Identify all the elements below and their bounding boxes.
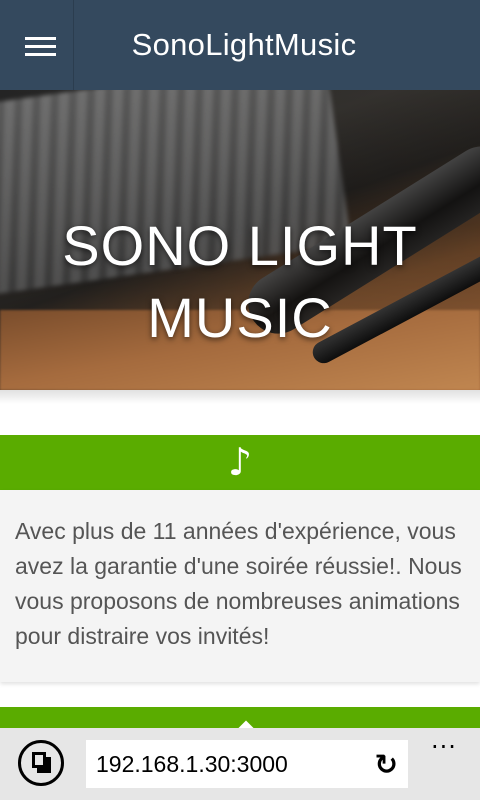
hero-shadow — [0, 390, 480, 404]
browser-bottom-bar: 192.168.1.30:3000 ↻ ... — [0, 728, 480, 800]
hamburger-icon-bar — [25, 53, 56, 56]
top-navbar: SonoLightMusic — [0, 0, 480, 90]
hero-title-line-2: MUSIC — [147, 286, 333, 349]
hero-title: SONO LIGHT MUSIC — [0, 210, 480, 354]
refresh-icon[interactable]: ↻ — [375, 740, 398, 790]
hamburger-menu-button[interactable] — [0, 0, 74, 90]
hero-title-line-1: SONO LIGHT — [62, 214, 418, 277]
card-body-text: Avec plus de 11 années d'expérience, vou… — [0, 490, 480, 682]
hamburger-icon-bar — [25, 45, 56, 48]
card-header: ♪ — [0, 435, 480, 490]
tabs-icon-frame — [32, 752, 46, 768]
address-bar[interactable]: 192.168.1.30:3000 ↻ — [86, 740, 408, 788]
hamburger-icon — [25, 37, 56, 40]
hero-banner: SONO LIGHT MUSIC — [0, 90, 480, 390]
music-note-icon: ♪ — [227, 440, 253, 484]
more-options-button[interactable]: ... — [424, 728, 464, 760]
phone-screen: SonoLightMusic SONO LIGHT MUSIC ♪ Avec p… — [0, 0, 480, 800]
brand-title[interactable]: SonoLightMusic — [74, 0, 414, 90]
address-url[interactable]: 192.168.1.30:3000 — [96, 740, 288, 788]
tabs-button[interactable] — [18, 740, 64, 786]
